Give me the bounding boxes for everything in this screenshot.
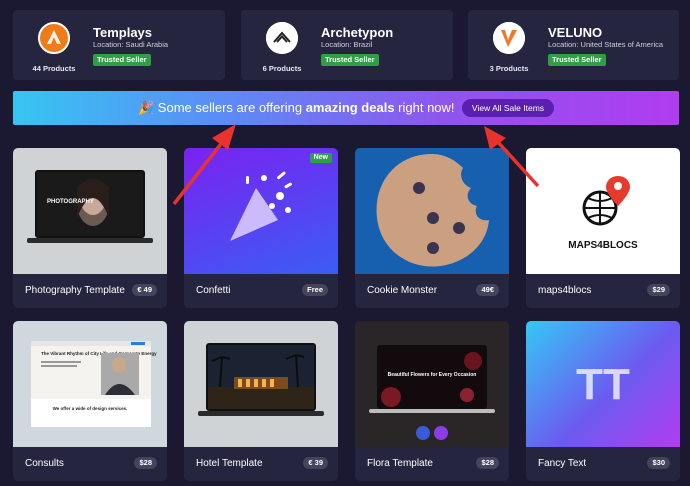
product-price: $29 [647,284,670,296]
product-card[interactable]: Cookie Monster 49€ [355,148,509,308]
product-price: $28 [476,457,499,469]
product-card[interactable]: MAPS4BLOCS maps4blocs $29 [526,148,680,308]
maps4blocs-logo-text: MAPS4BLOCS [568,240,638,251]
layers-badge-icon [434,426,448,440]
product-title[interactable]: Hotel Template [196,458,300,469]
product-title[interactable]: Confetti [196,285,300,296]
party-icon: 🎉 [138,100,155,115]
product-title[interactable]: Fancy Text [538,458,642,469]
product-title[interactable]: Cookie Monster [367,285,471,296]
flame-logo-icon [38,22,70,54]
seller-card-templays[interactable]: 44 Products Templays Location: Saudi Ara… [13,10,225,80]
product-thumbnail [184,321,338,447]
mountain-logo-icon [266,22,298,54]
product-thumbnail: MAPS4BLOCS [526,148,680,274]
fancy-text-icon: TT [576,360,630,409]
product-title[interactable]: maps4blocs [538,285,642,296]
consults-subheading: We offer a wide of design services. [53,406,128,411]
product-card[interactable]: Hotel Template € 39 [184,321,338,481]
product-card[interactable]: TT Fancy Text $30 [526,321,680,481]
flora-heading: Beautiful Flowers for Every Occasion [388,372,477,378]
product-price: $30 [647,457,670,469]
photography-thumb-text: PHOTOGRAPHY [47,199,94,205]
seller-location: Location: United States of America [548,40,664,49]
product-title[interactable]: Consults [25,458,129,469]
product-price: € 49 [132,284,157,296]
consults-heading: The Vibrant Rhythm of City Life and Corp… [41,351,157,356]
seller-product-count: 44 Products [32,64,76,73]
product-thumbnail [184,148,338,274]
banner-text: Some sellers are offering [154,100,306,115]
product-price: Free [302,284,328,296]
seller-product-count: 6 Products [262,64,302,73]
product-card[interactable]: New Confetti Free [184,148,338,308]
product-card[interactable]: PHOTOGRAPHY Photography Template € 49 [13,148,167,308]
figma-badge-icon [416,426,430,440]
product-title[interactable]: Photography Template [25,285,129,296]
map-pin-icon [606,176,630,206]
banner-text-end: right now! [394,100,455,115]
product-card[interactable]: The Vibrant Rhythm of City Life and Corp… [13,321,167,481]
product-price: € 39 [303,457,328,469]
seller-list: 44 Products Templays Location: Saudi Ara… [13,10,679,80]
seller-name[interactable]: VELUNO [548,25,602,40]
product-price: 49€ [476,284,499,296]
trusted-seller-badge: Trusted Seller [548,54,606,66]
seller-name[interactable]: Archetypon [321,25,393,40]
product-card[interactable]: Beautiful Flowers for Every Occasion Flo… [355,321,509,481]
trusted-seller-badge: Trusted Seller [93,54,151,66]
new-badge: New [309,153,332,163]
product-title[interactable]: Flora Template [367,458,471,469]
v-logo-icon [493,22,525,54]
product-thumbnail: PHOTOGRAPHY [13,148,167,274]
product-price: $28 [134,457,157,469]
banner-highlight: amazing deals [305,100,395,115]
product-thumbnail: The Vibrant Rhythm of City Life and Corp… [13,321,167,447]
product-thumbnail: TT [526,321,680,447]
product-thumbnail: Beautiful Flowers for Every Occasion [355,321,509,447]
sale-banner-message: 🎉 Some sellers are offering amazing deal… [138,100,455,116]
trusted-seller-badge: Trusted Seller [321,54,379,66]
product-thumbnail [355,148,509,274]
view-all-sale-items-button[interactable]: View All Sale Items [462,99,554,117]
seller-name[interactable]: Templays [93,25,152,40]
seller-card-veluno[interactable]: 3 Products VELUNO Location: United State… [468,10,679,80]
seller-product-count: 3 Products [489,64,529,73]
seller-location: Location: Brazil [321,40,373,49]
party-popper-icon [230,188,278,241]
sale-banner: 🎉 Some sellers are offering amazing deal… [13,91,679,125]
seller-card-archetypon[interactable]: 6 Products Archetypon Location: Brazil T… [241,10,453,80]
seller-location: Location: Saudi Arabia [93,40,169,49]
